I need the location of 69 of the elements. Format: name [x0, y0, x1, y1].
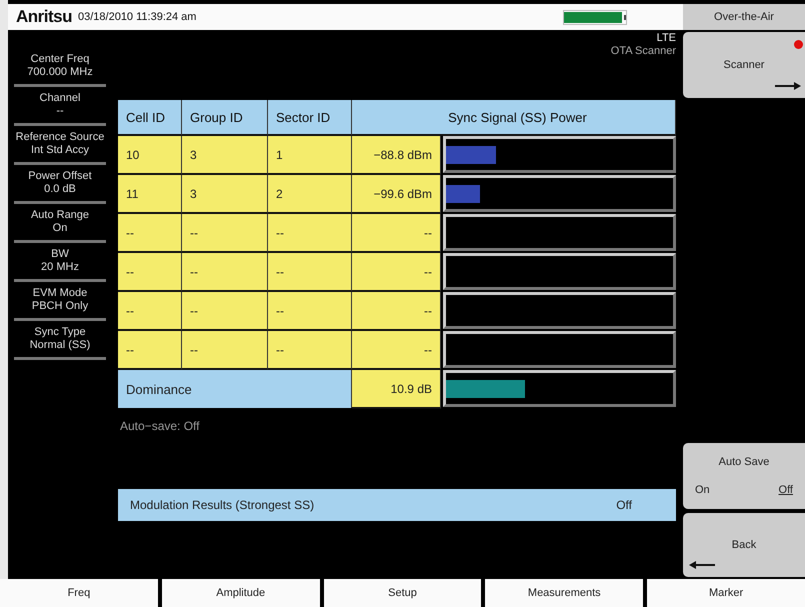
standard-text: LTE [656, 32, 676, 45]
battery-icon [563, 10, 627, 25]
table-cell: 3 [182, 136, 268, 175]
table-cell: -- [118, 331, 182, 370]
table-cell: 10 [118, 136, 182, 175]
parameter-value: -- [56, 105, 64, 118]
table-cell: −99.6 dBm [352, 175, 441, 214]
modulation-label: Modulation Results (Strongest SS) [130, 498, 314, 512]
parameter-label: Center Freq [30, 53, 90, 66]
parameter-label: Reference Source [16, 131, 104, 144]
arrow-left-icon [689, 561, 715, 569]
menu-tab[interactable]: Amplitude [162, 579, 320, 607]
parameter-value: On [52, 222, 68, 235]
parameter-label: BW [51, 248, 69, 261]
table-cell: -- [352, 253, 441, 292]
table-cell: -- [118, 214, 182, 253]
toggle-option[interactable]: On [695, 484, 710, 496]
back-button[interactable]: Back [683, 513, 805, 577]
table-cell: 1 [268, 136, 352, 175]
indicator-dot-icon [794, 40, 803, 49]
column-header: Cell ID [118, 100, 182, 136]
table-cell: 2 [268, 175, 352, 214]
dominance-value: 10.9 dB [352, 370, 441, 409]
table-cell: -- [268, 292, 352, 331]
table-cell: -- [118, 253, 182, 292]
menu-tab[interactable]: Freq [0, 579, 158, 607]
menu-tab[interactable]: Measurements [485, 579, 644, 607]
menu-tab[interactable]: Marker [647, 579, 805, 607]
parameter-label: Auto Range [30, 209, 90, 222]
auto-save-label: Auto Save [718, 456, 770, 468]
arrow-right-icon [775, 82, 801, 90]
parameter-value: 20 MHz [41, 261, 79, 274]
table-cell: -- [352, 292, 441, 331]
scanner-button[interactable]: Scanner [683, 32, 805, 98]
table-cell: -- [182, 214, 268, 253]
table-cell: -- [182, 331, 268, 370]
table-cell: −88.8 dBm [352, 136, 441, 175]
measurement-text: OTA Scanner [610, 45, 676, 58]
column-header: Group ID [182, 100, 268, 136]
modulation-value: Off [616, 498, 632, 512]
table-cell: 3 [182, 175, 268, 214]
table-cell: -- [118, 292, 182, 331]
table-cell: -- [352, 214, 441, 253]
column-header: Sync Signal (SS) Power [352, 100, 676, 136]
table-cell: -- [182, 292, 268, 331]
table-cell: -- [268, 214, 352, 253]
auto-save-status: Auto−save: Off [120, 419, 200, 433]
parameter-label: Sync Type [34, 326, 86, 339]
parameter-label: Channel [40, 92, 80, 105]
table-cell: -- [268, 253, 352, 292]
dominance-label: Dominance [118, 370, 352, 408]
auto-save-button[interactable]: Auto Save On Off [683, 443, 805, 509]
parameter-value: 700.000 MHz [27, 66, 93, 79]
menu-title: Over-the-Air [683, 4, 805, 30]
table-cell: -- [268, 331, 352, 370]
column-header: Sector ID [268, 100, 352, 136]
table-cell: 11 [118, 175, 182, 214]
parameter-value: PBCH Only [32, 300, 88, 313]
datetime-text: 03/18/2010 11:39:24 am [78, 11, 196, 23]
table-cell: -- [352, 331, 441, 370]
parameter-value: Int Std Accy [30, 144, 90, 157]
brand-logo: Anritsu [16, 7, 72, 27]
parameter-label: Power Offset [28, 170, 92, 183]
table-cell: -- [182, 253, 268, 292]
menu-tab[interactable]: Setup [324, 579, 482, 607]
parameter-value: Normal (SS) [30, 339, 90, 352]
parameter-value: 0.0 dB [44, 183, 76, 196]
parameter-label: EVM Mode [32, 287, 88, 300]
toggle-option[interactable]: Off [778, 484, 793, 496]
